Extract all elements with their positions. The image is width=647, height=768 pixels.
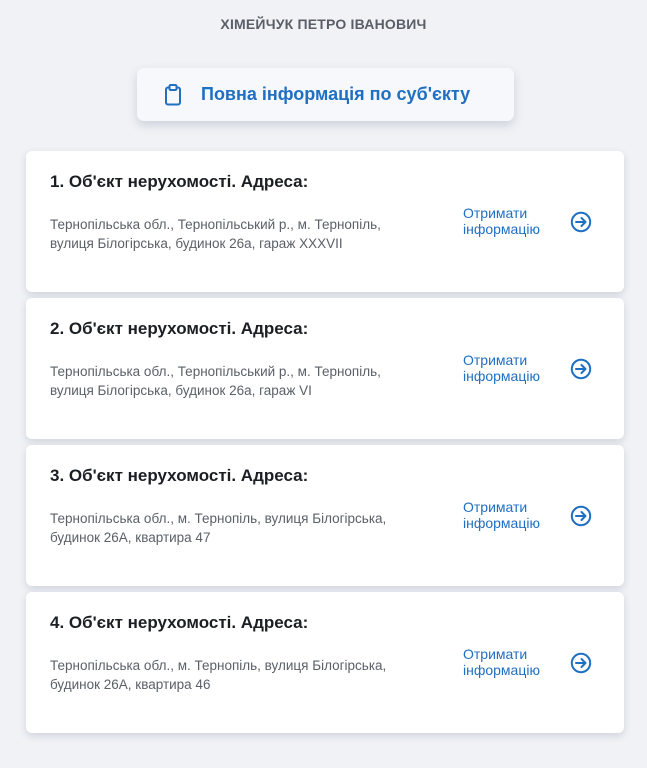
property-card-3: 3. Об'єкт нерухомості. Адреса: Тернопіль… <box>26 445 624 586</box>
arrow-right-circle-icon[interactable] <box>570 211 592 233</box>
property-card-1: 1. Об'єкт нерухомості. Адреса: Тернопіль… <box>26 151 624 292</box>
full-info-button[interactable]: Повна інформація по суб'єкту <box>137 68 514 121</box>
property-title: 4. Об'єкт нерухомості. Адреса: <box>50 613 309 632</box>
arrow-right-circle-icon[interactable] <box>570 358 592 380</box>
property-title: 2. Об'єкт нерухомості. Адреса: <box>50 319 309 338</box>
get-info-link[interactable]: Отримати інформацію <box>463 499 549 531</box>
arrow-right-circle-icon[interactable] <box>570 505 592 527</box>
property-address: Тернопільська обл., м. Тернопіль, вулиця… <box>50 511 387 545</box>
property-title: 1. Об'єкт нерухомості. Адреса: <box>50 172 309 191</box>
owner-name: ХІМЕЙЧУК ПЕТРО ІВАНОВИЧ <box>220 16 427 32</box>
property-card-2: 2. Об'єкт нерухомості. Адреса: Тернопіль… <box>26 298 624 439</box>
get-info-link[interactable]: Отримати інформацію <box>463 205 549 237</box>
clipboard-icon <box>163 83 183 106</box>
get-info-link[interactable]: Отримати інформацію <box>463 352 549 384</box>
property-address: Тернопільська обл., м. Тернопіль, вулиця… <box>50 658 387 692</box>
arrow-right-circle-icon[interactable] <box>570 652 592 674</box>
property-address: Тернопільська обл., Тернопільський р., м… <box>50 364 381 398</box>
property-card-4: 4. Об'єкт нерухомості. Адреса: Тернопіль… <box>26 592 624 733</box>
full-info-button-label: Повна інформація по суб'єкту <box>201 84 471 104</box>
property-address: Тернопільська обл., Тернопільський р., м… <box>50 217 381 251</box>
get-info-link[interactable]: Отримати інформацію <box>463 646 549 678</box>
property-title: 3. Об'єкт нерухомості. Адреса: <box>50 466 309 485</box>
